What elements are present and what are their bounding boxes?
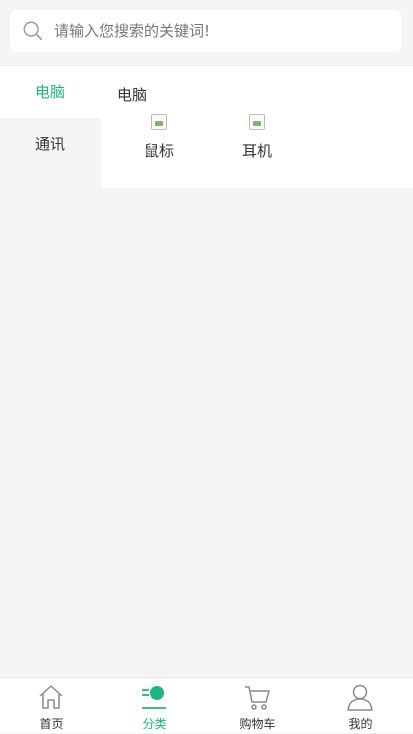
tab-category[interactable]: 分类 — [103, 678, 206, 734]
home-icon — [39, 685, 63, 709]
broken-image-icon — [249, 114, 265, 130]
tab-label: 分类 — [142, 717, 167, 731]
category-nav: 电脑 通讯 — [0, 66, 101, 188]
category-panel: 电脑 通讯 电脑 鼠标 耳机 — [0, 66, 413, 188]
category-content: 电脑 鼠标 耳机 — [101, 66, 413, 188]
section-title: 电脑 — [117, 86, 148, 104]
search-icon — [23, 21, 43, 41]
category-icon — [142, 686, 166, 709]
tab-cart[interactable]: 购物车 — [206, 678, 309, 734]
tab-home[interactable]: 首页 — [0, 678, 103, 734]
category-nav-item-computer[interactable]: 电脑 — [0, 66, 101, 118]
category-nav-item-communication[interactable]: 通讯 — [0, 118, 101, 170]
tab-label: 购物车 — [239, 717, 276, 731]
search-input[interactable] — [54, 10, 394, 52]
bottom-tabbar: 首页 分类 购物车 我的 — [0, 677, 413, 733]
tab-label: 首页 — [39, 717, 64, 731]
product-item-mouse[interactable]: 鼠标 — [129, 114, 189, 161]
search-area — [0, 0, 413, 66]
user-icon — [347, 684, 373, 711]
product-label: 耳机 — [241, 142, 272, 160]
product-item-headphones[interactable]: 耳机 — [227, 114, 287, 161]
tab-profile[interactable]: 我的 — [309, 678, 412, 734]
tab-label: 我的 — [348, 717, 373, 731]
product-label: 鼠标 — [143, 142, 174, 160]
search-box[interactable] — [10, 10, 401, 52]
cart-icon — [245, 686, 270, 710]
broken-image-icon — [151, 114, 167, 130]
